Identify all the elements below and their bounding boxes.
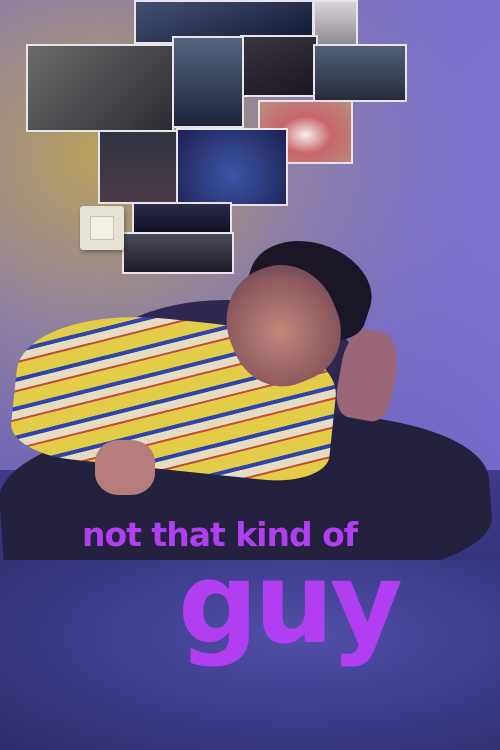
resting-hand xyxy=(95,440,155,495)
photo-umbrella-figure xyxy=(313,0,358,48)
light-switch-button xyxy=(90,216,114,240)
photo-landscape xyxy=(132,202,232,236)
photo-street xyxy=(122,232,234,274)
photo-portrait-dark xyxy=(172,36,244,128)
photo-mountains xyxy=(313,44,407,102)
light-switch xyxy=(80,206,124,250)
photo-moon xyxy=(98,130,182,204)
title-line-2: guy xyxy=(178,539,403,669)
photo-dark-scene xyxy=(240,35,318,97)
movie-poster: not that kind of guy xyxy=(0,0,500,750)
photo-building xyxy=(26,44,174,132)
photo-blue-abstract xyxy=(176,128,288,206)
